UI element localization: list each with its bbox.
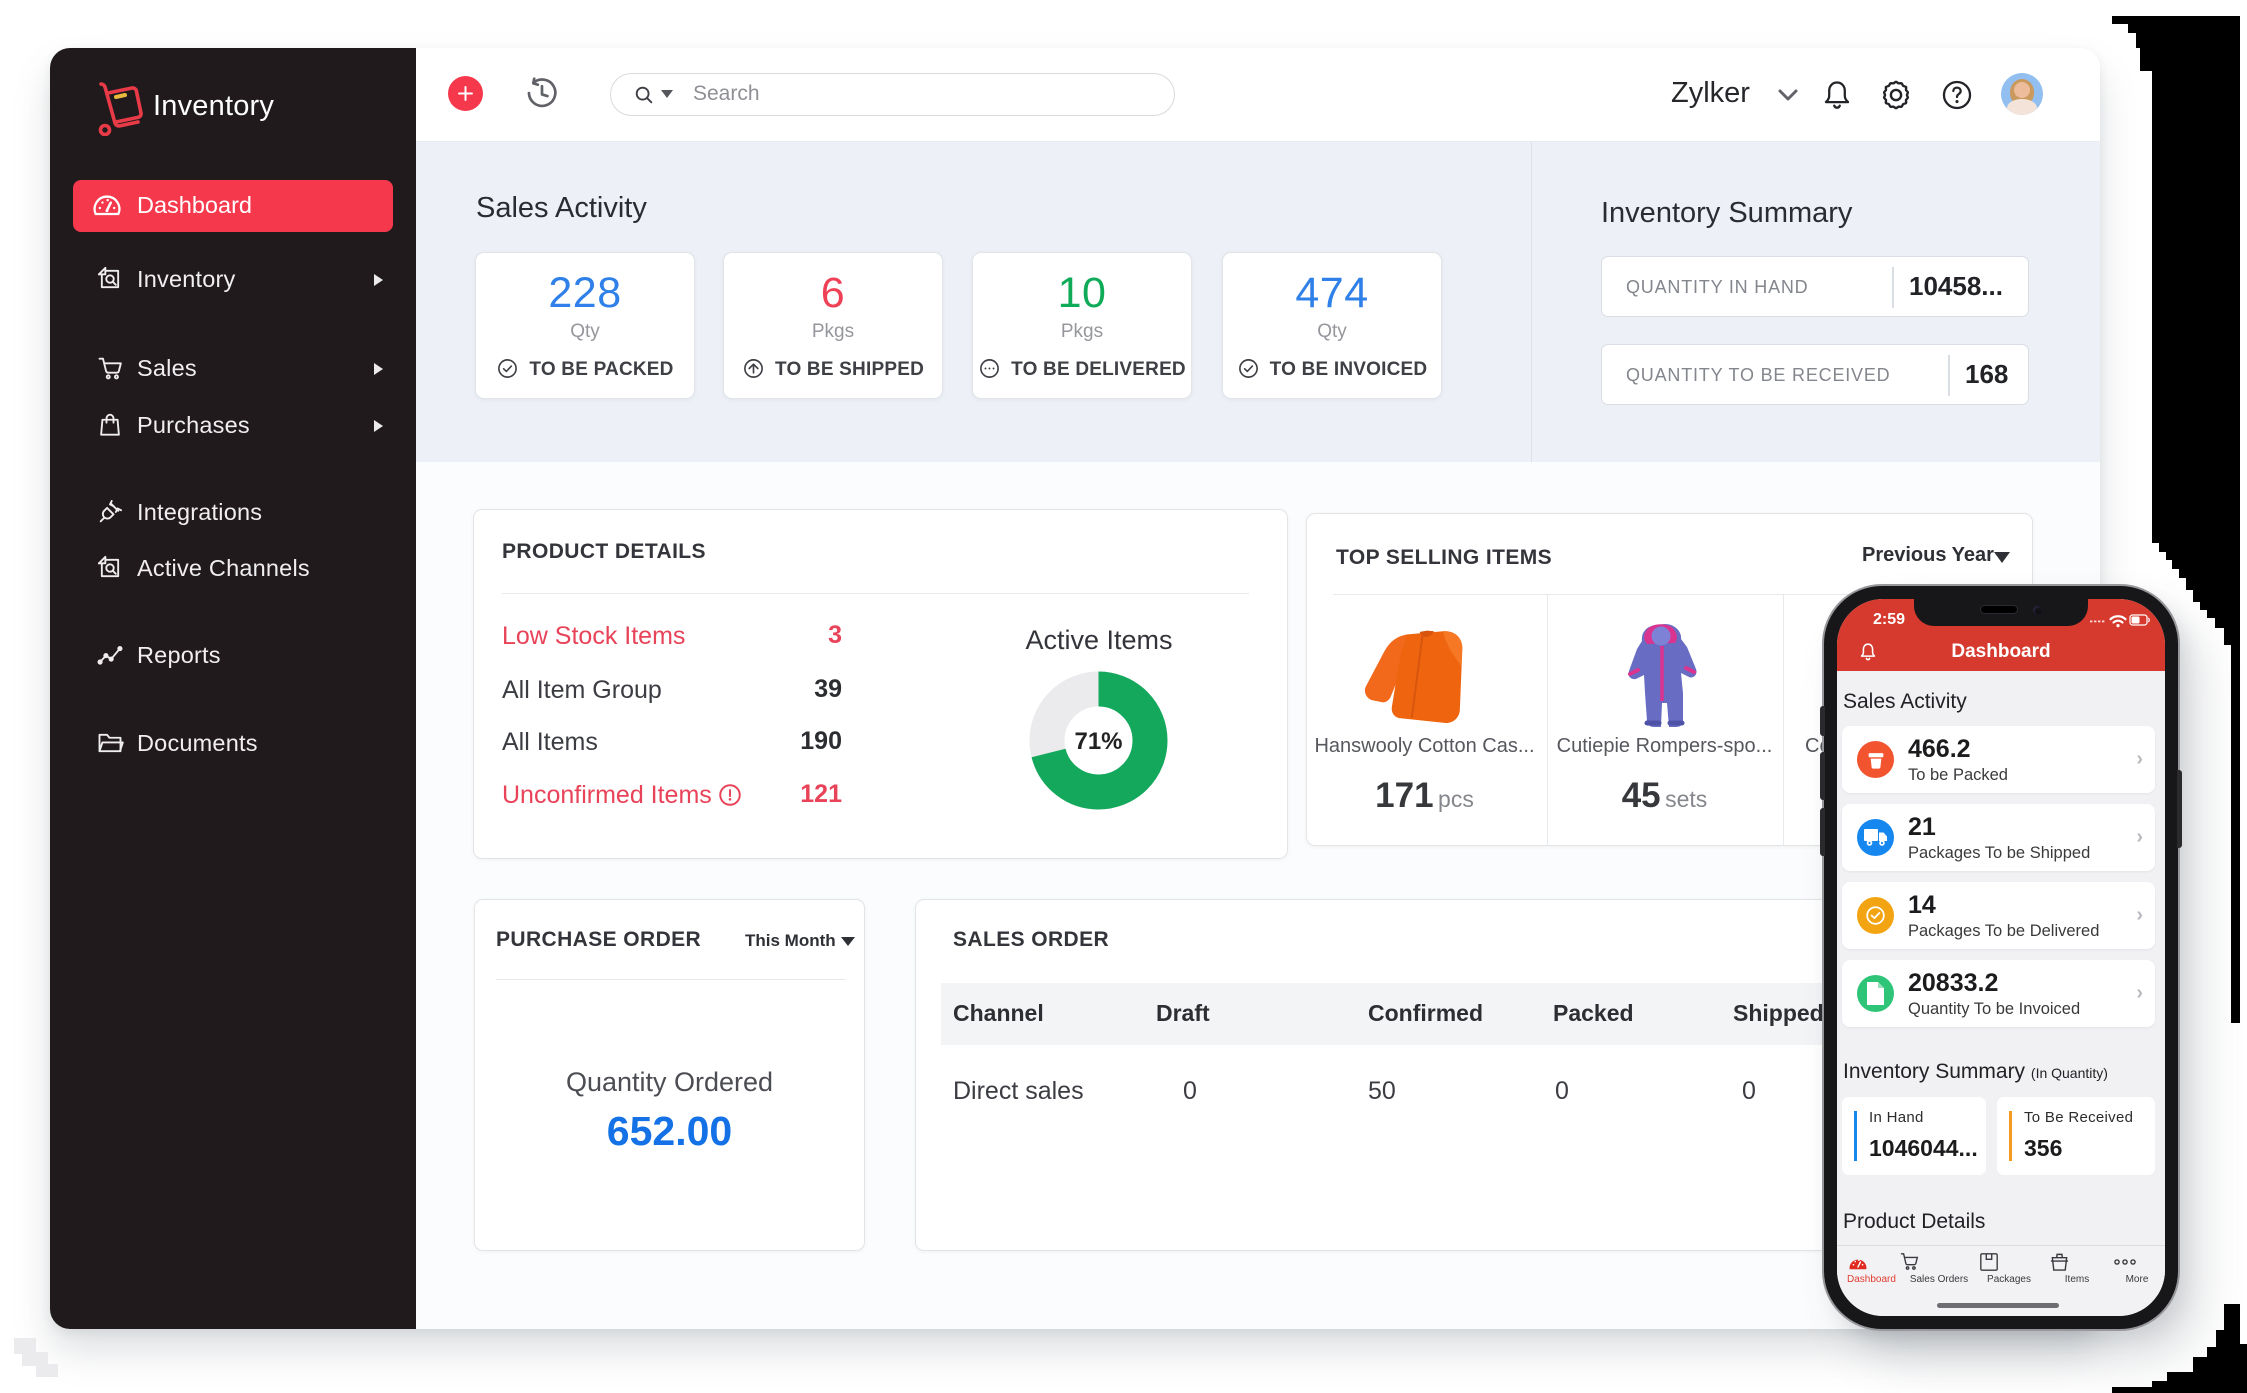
svg-text:71%: 71% [1074, 728, 1122, 755]
